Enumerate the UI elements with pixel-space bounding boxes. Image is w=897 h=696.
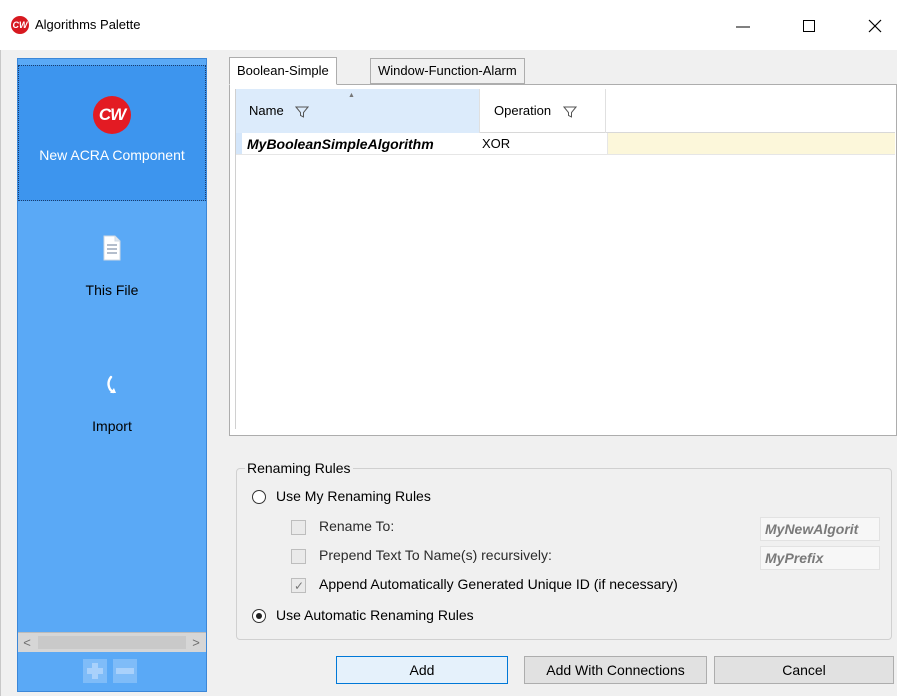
- rename-to-field[interactable]: MyNewAlgorit: [760, 517, 880, 541]
- row-selector[interactable]: [235, 133, 242, 154]
- sidebar-item-label: New ACRA Component: [39, 147, 185, 163]
- minimize-button[interactable]: [720, 0, 766, 50]
- use-my-rules-radio[interactable]: [252, 490, 266, 504]
- use-automatic-rules-radio[interactable]: [252, 609, 266, 623]
- filter-icon[interactable]: [562, 105, 577, 119]
- sidebar: CW New ACRA Component This File Import <…: [17, 58, 207, 692]
- cell-operation[interactable]: XOR: [482, 133, 510, 155]
- title-bar: CW Algorithms Palette: [0, 0, 897, 50]
- grid-divider: [235, 89, 236, 429]
- use-automatic-rules-label[interactable]: Use Automatic Renaming Rules: [276, 607, 474, 623]
- prepend-text-label: Prepend Text To Name(s) recursively:: [319, 547, 552, 563]
- window-title: Algorithms Palette: [35, 17, 141, 32]
- sidebar-item-label: Import: [92, 418, 132, 434]
- tab-boolean-simple[interactable]: Boolean-Simple: [229, 57, 337, 85]
- checkmark-icon: ✓: [294, 579, 305, 593]
- cell-name[interactable]: MyBooleanSimpleAlgorithm: [247, 133, 434, 155]
- maximize-icon: [803, 20, 815, 32]
- algorithms-grid: ▲ Name Operation MyBooleanSimpleAlgorith…: [229, 84, 897, 436]
- append-unique-id-checkbox[interactable]: ✓: [291, 578, 306, 593]
- use-my-rules-label[interactable]: Use My Renaming Rules: [276, 488, 431, 504]
- column-header-label: Operation: [494, 103, 552, 118]
- plus-icon: [87, 663, 103, 679]
- rename-to-checkbox[interactable]: [291, 520, 306, 535]
- column-header-operation[interactable]: Operation: [480, 89, 606, 133]
- add-item-button[interactable]: [83, 659, 107, 683]
- sidebar-item-this-file[interactable]: This File: [18, 235, 206, 315]
- renaming-rules-title: Renaming Rules: [245, 460, 353, 476]
- append-unique-id-label: Append Automatically Generated Unique ID…: [319, 576, 678, 592]
- rename-to-label: Rename To:: [319, 518, 395, 534]
- sidebar-item-new-acra-component[interactable]: CW New ACRA Component: [18, 65, 206, 201]
- filter-icon[interactable]: [295, 105, 310, 119]
- sort-ascending-icon: ▲: [348, 92, 355, 99]
- app-logo-icon: CW: [11, 16, 29, 34]
- cancel-button[interactable]: Cancel: [714, 656, 894, 684]
- column-header-label: Name: [249, 103, 284, 118]
- grid-header: ▲ Name Operation: [235, 89, 895, 133]
- close-icon: [868, 19, 882, 33]
- prepend-text-field[interactable]: MyPrefix: [760, 546, 880, 570]
- scroll-right-button[interactable]: >: [187, 633, 205, 652]
- remove-item-button[interactable]: [113, 659, 137, 683]
- minimize-icon: [736, 26, 750, 28]
- prepend-text-checkbox[interactable]: [291, 549, 306, 564]
- cw-logo-icon: CW: [93, 96, 131, 134]
- close-button[interactable]: [852, 0, 897, 50]
- sidebar-item-import[interactable]: Import: [18, 373, 206, 453]
- maximize-button[interactable]: [786, 0, 832, 50]
- tab-window-function-alarm[interactable]: Window-Function-Alarm: [370, 58, 525, 84]
- add-button[interactable]: Add: [336, 656, 508, 684]
- import-arrow-icon: [107, 375, 116, 394]
- table-row[interactable]: MyBooleanSimpleAlgorithm XOR: [235, 133, 895, 155]
- cell-empty[interactable]: [607, 133, 895, 154]
- scroll-left-button[interactable]: <: [18, 633, 36, 652]
- column-header-name[interactable]: ▲ Name: [235, 89, 480, 133]
- sidebar-item-label: This File: [85, 282, 139, 298]
- add-with-connections-button[interactable]: Add With Connections: [524, 656, 707, 684]
- sidebar-scrollbar[interactable]: < >: [18, 632, 206, 652]
- minus-icon: [116, 668, 134, 674]
- scrollbar-thumb[interactable]: [38, 636, 186, 649]
- document-icon: [103, 235, 121, 261]
